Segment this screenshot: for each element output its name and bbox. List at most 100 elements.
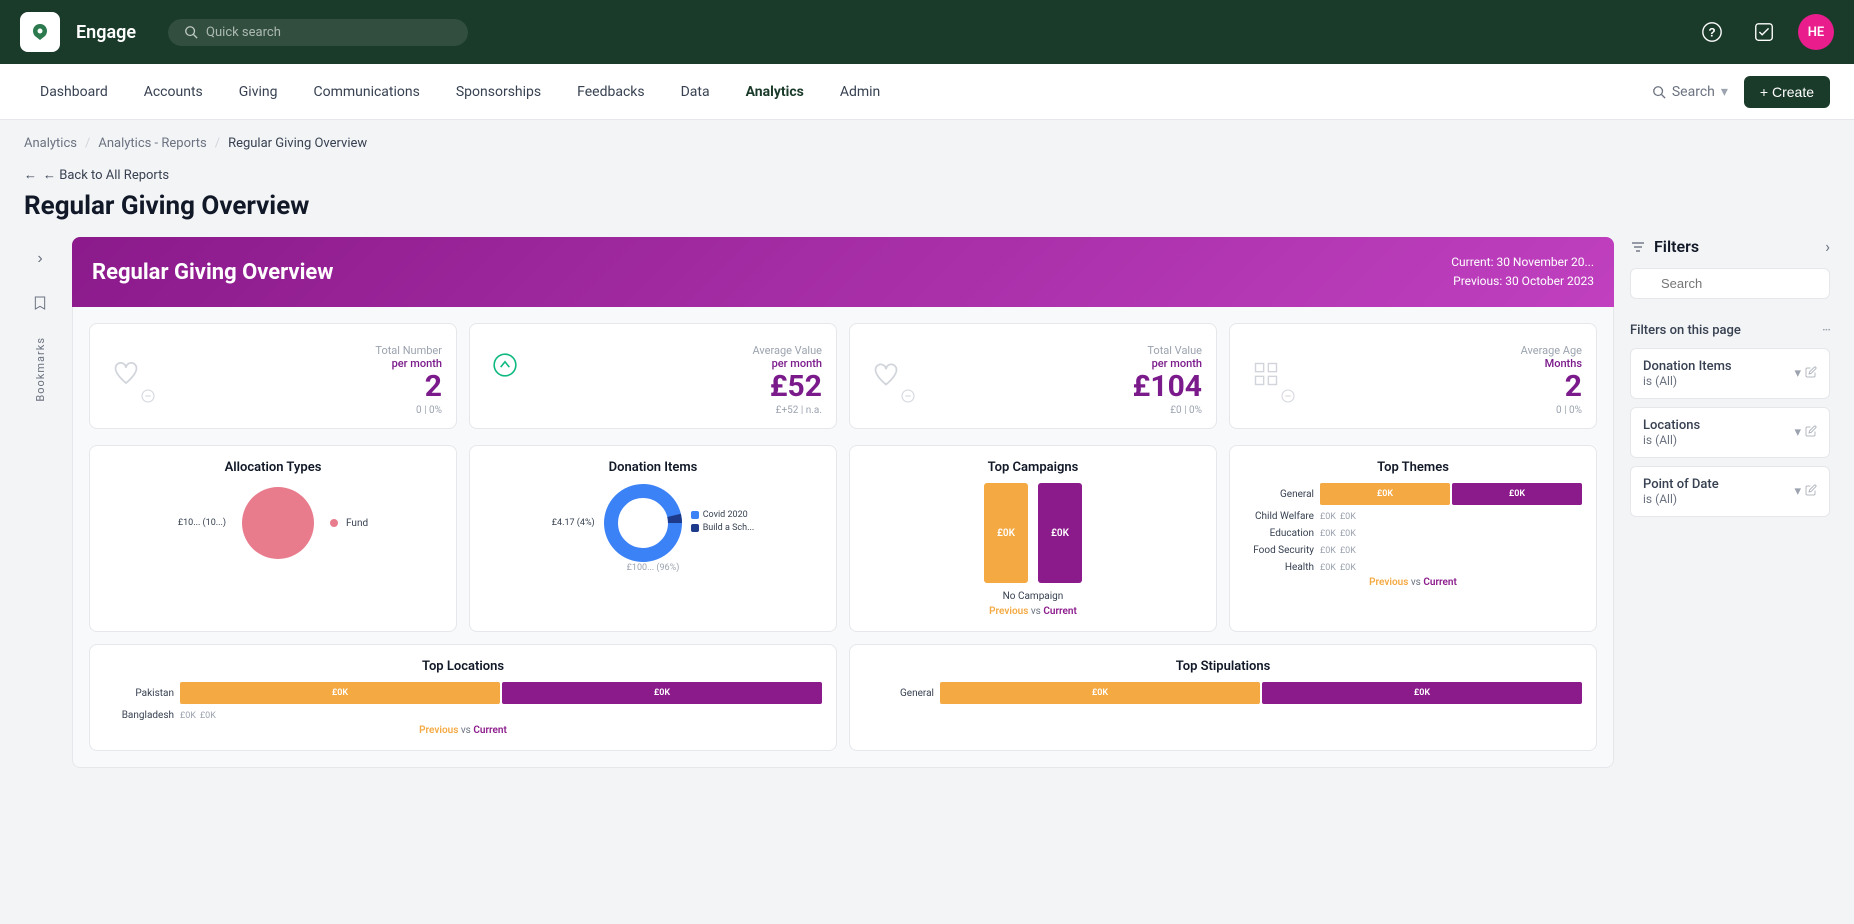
filters-panel: Filters › Filters on this page ··· Donat… [1630,237,1830,768]
campaign-bar-curr: £0K [1038,483,1082,583]
filter-icon [1630,239,1646,255]
top-themes-card: Top Themes General £0K £0K Child W [1229,445,1597,632]
grid-icon [1252,360,1280,392]
filters-search-wrap [1630,268,1830,311]
campaign-bar-prev: £0K [984,483,1028,583]
filter-group-donation-items: Donation Items is (All) ▾ [1630,348,1830,399]
theme-row-education: Education £0K £0K [1244,528,1582,539]
pie-outer-label: £10... (10...) [178,518,226,528]
svg-text:?: ? [1708,26,1715,40]
nav-icons: ? HE [1694,14,1834,50]
theme-row-health: Health £0K £0K [1244,562,1582,573]
campaign-bar-label: No Campaign [864,591,1202,602]
bookmark-button[interactable] [26,289,54,317]
search-icon [184,25,198,39]
top-locations-bars: Pakistan £0K £0K Bangladesh £0K £0K [104,682,822,721]
top-nav: Engage Quick search ? HE [0,0,1854,64]
top-themes-bars: General £0K £0K Child Welfare £0K £0K [1244,483,1582,573]
top-themes-title: Top Themes [1244,460,1582,475]
nav-item-sponsorships[interactable]: Sponsorships [440,76,557,108]
trend-up-icon [492,352,518,384]
filters-expand-button[interactable]: › [1825,237,1830,256]
top-campaigns-card: Top Campaigns £0K £0K [849,445,1217,632]
point-of-date-edit[interactable] [1805,484,1817,500]
global-search-bar[interactable]: Quick search [168,19,468,46]
report-banner-dates: Current: 30 November 20... Previous: 30 … [1451,253,1594,291]
nav-item-communications[interactable]: Communications [297,76,435,108]
donation-items-card: Donation Items £4.17 (4%) [469,445,837,632]
pie-chart [238,483,318,563]
heart-icon2 [872,360,900,392]
heart-icon [112,359,140,394]
campaign-bar-row: £0K £0K [864,483,1202,583]
main-layout: › Bookmarks Regular Giving Overview Curr… [0,237,1854,792]
donut-bottom-label: £100... (96%) [484,563,822,573]
top-locations-card: Top Locations Pakistan £0K £0K Ban [89,644,837,751]
nav-item-accounts[interactable]: Accounts [128,76,219,108]
global-search-label: Quick search [206,25,281,40]
stipulation-row-general: General £0K £0K [864,682,1582,704]
checkbox-icon [1753,21,1775,43]
general-bar-curr: £0K [1452,483,1582,505]
page-header: ← ← Back to All Reports Regular Giving O… [0,159,1854,237]
location-row-bangladesh: Bangladesh £0K £0K [104,710,822,721]
pakistan-bar-prev: £0K [180,682,500,704]
nav-item-data[interactable]: Data [665,76,726,108]
pakistan-bar-curr: £0K [502,682,822,704]
locations-expand[interactable]: ▾ [1794,425,1801,441]
total-value-label: Total Value per month £104 [1133,344,1202,403]
collapse-button[interactable]: › [26,245,54,273]
donation-items-edit[interactable] [1805,366,1817,382]
stat-card-avg-value: Average Value per month £52 £+52 | n.a. [469,323,837,429]
top-locations-footer: Previous vs Current [104,725,822,736]
nav-item-dashboard[interactable]: Dashboard [24,76,124,108]
checkbox-button[interactable] [1746,14,1782,50]
sec-search-icon [1652,85,1666,99]
location-row-pakistan: Pakistan £0K £0K [104,682,822,704]
theme-row-general: General £0K £0K [1244,483,1582,505]
filters-search-input[interactable] [1630,268,1830,299]
nav-item-admin[interactable]: Admin [824,76,896,108]
donut-legend: Covid 2020 Build a Sch... [691,510,755,536]
stat-card-avg-age: Average Age Months 2 0 | 0% [1229,323,1597,429]
nav-item-giving[interactable]: Giving [223,76,294,108]
app-name: Engage [76,22,136,43]
avatar[interactable]: HE [1798,14,1834,50]
logo-icon [28,20,52,44]
nav-item-feedbacks[interactable]: Feedbacks [561,76,660,108]
donut-wrap: £4.17 (4%) Covid 2020 [484,483,822,563]
top-stipulations-title: Top Stipulations [864,659,1582,674]
help-button[interactable]: ? [1694,14,1730,50]
filters-title: Filters [1630,237,1699,256]
donation-items-expand[interactable]: ▾ [1794,366,1801,382]
point-of-date-expand[interactable]: ▾ [1794,484,1801,500]
fund-legend-dot [330,519,338,527]
total-number-label: Total Number per month 2 [375,344,442,403]
filters-header: Filters › [1630,237,1830,256]
charts-row-1: Allocation Types £10... (10...) Fund [89,445,1597,632]
top-locations-title: Top Locations [104,659,822,674]
stats-grid: Total Number per month 2 0 | 0% [89,323,1597,429]
breadcrumb: Analytics / Analytics - Reports / Regula… [0,120,1854,159]
top-campaigns-footer: Previous vs Current [864,606,1202,617]
filter-group-point-of-date: Point of Date is (All) ▾ [1630,466,1830,517]
locations-edit[interactable] [1805,425,1817,441]
create-button[interactable]: + Create [1744,76,1830,108]
logo-box[interactable] [20,12,60,52]
page-title: Regular Giving Overview [24,191,1830,221]
minus-icon3 [1280,388,1296,404]
nav-item-analytics[interactable]: Analytics [730,76,820,108]
sec-nav-search[interactable]: Search ▾ [1640,78,1740,106]
sidebar-icons: › Bookmarks [24,237,56,768]
breadcrumb-analytics[interactable]: Analytics [24,136,77,151]
stat-card-total-number: Total Number per month 2 0 | 0% [89,323,457,429]
theme-row-child-welfare: Child Welfare £0K £0K [1244,511,1582,522]
sec-search-label: Search [1672,84,1715,100]
help-icon: ? [1701,21,1723,43]
donut-chart [603,483,683,563]
breadcrumb-reports[interactable]: Analytics - Reports [98,136,206,151]
theme-row-food-security: Food Security £0K £0K [1244,545,1582,556]
bottom-charts-row: Top Locations Pakistan £0K £0K Ban [89,644,1597,751]
filters-options-button[interactable]: ··· [1822,323,1830,338]
back-link[interactable]: ← ← Back to All Reports [24,167,1830,183]
